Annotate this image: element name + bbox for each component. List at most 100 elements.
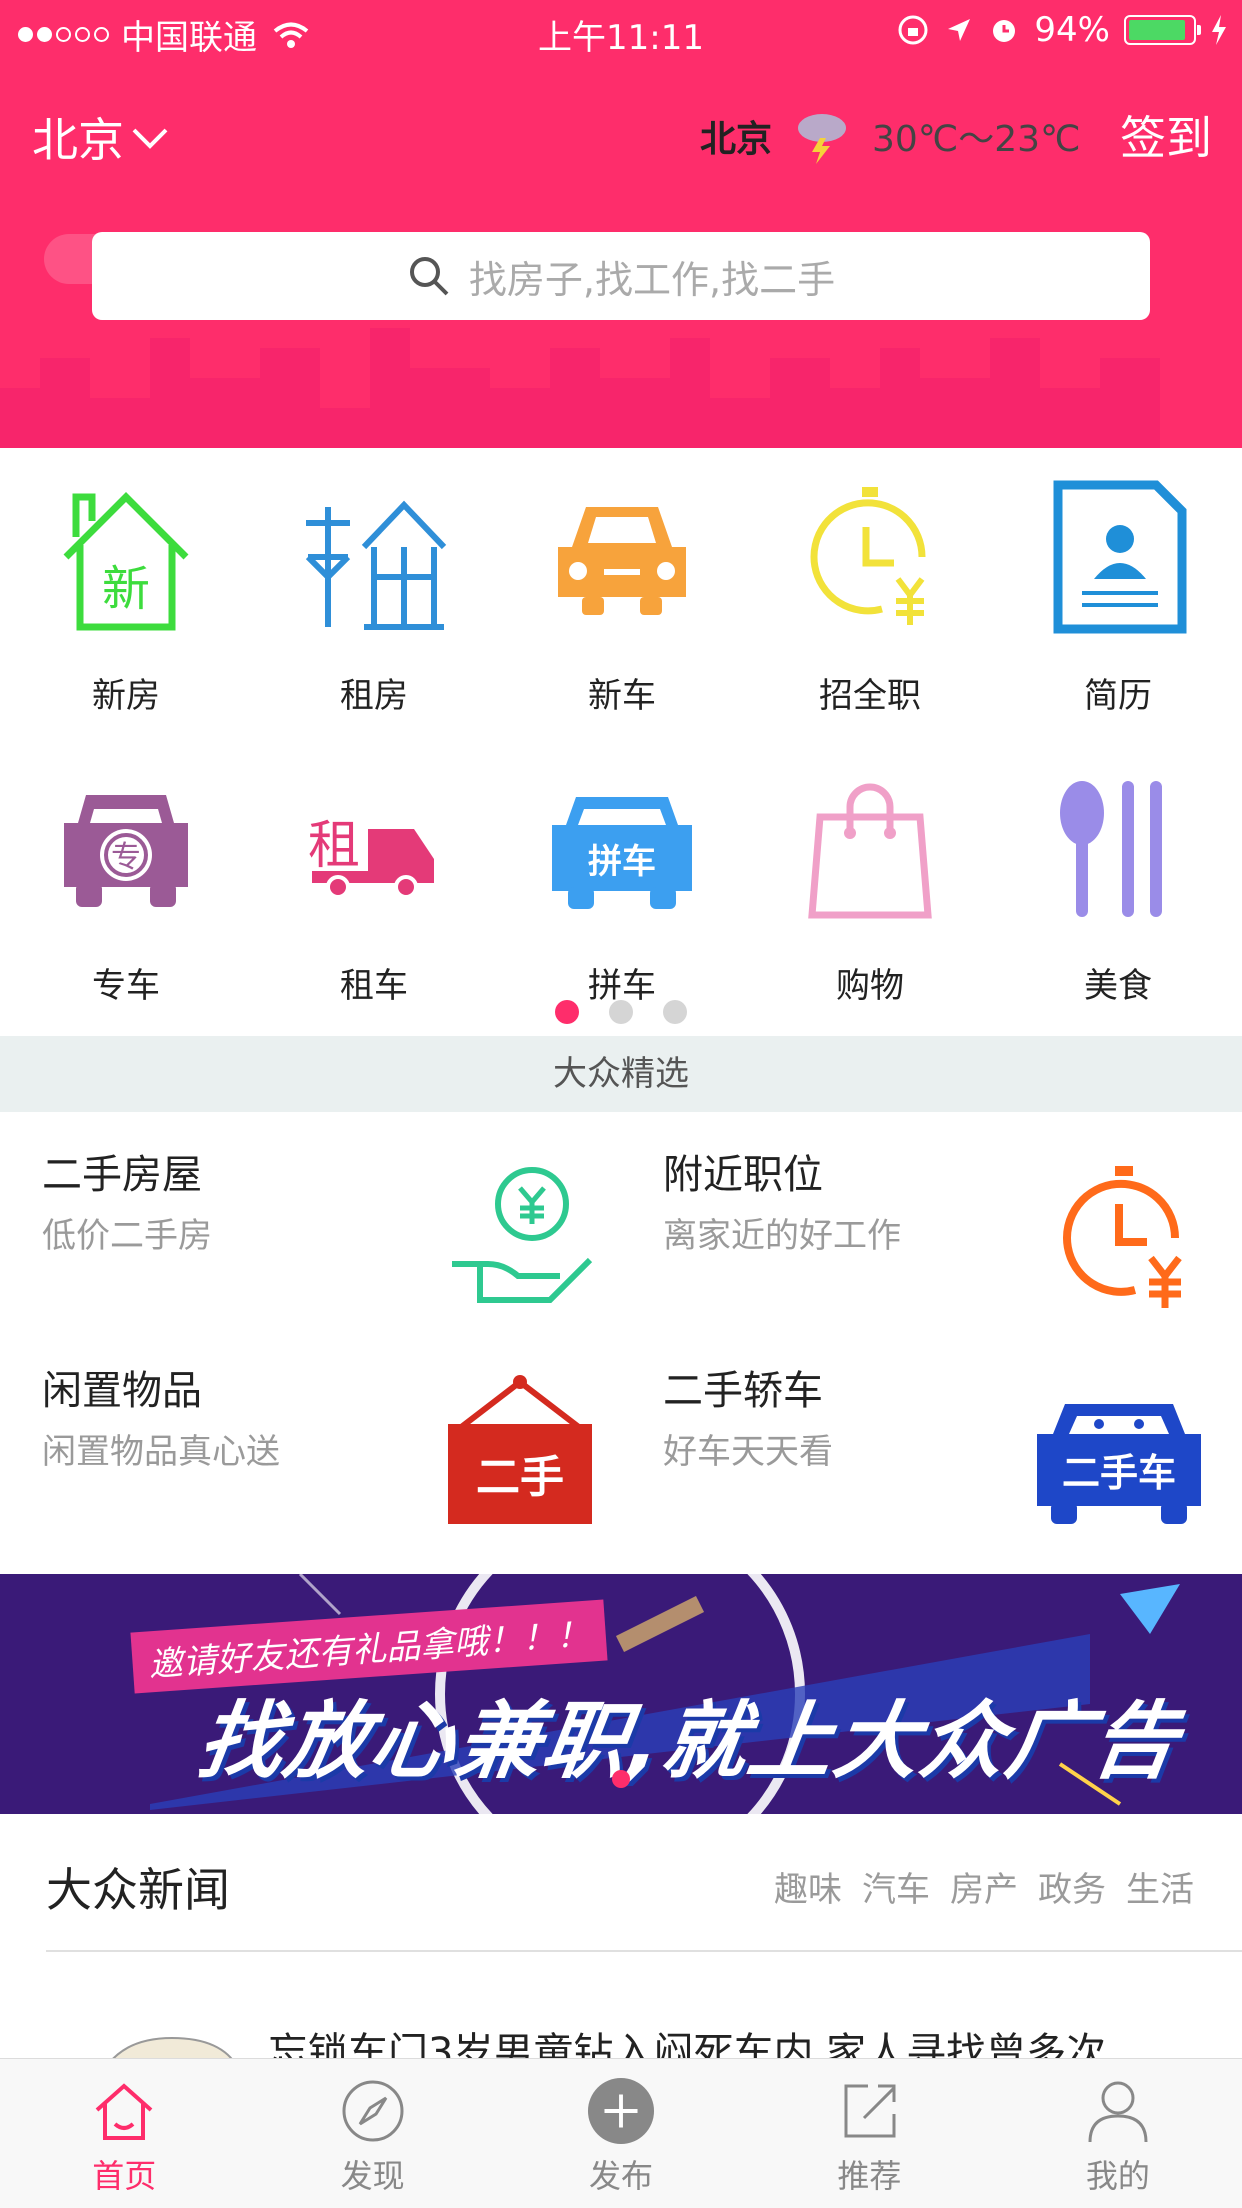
pick-secondhand-house[interactable]: 二手房屋 低价二手房 xyxy=(0,1112,621,1328)
pick-subtitle: 好车天天看 xyxy=(663,1432,833,1472)
resume-icon xyxy=(1033,472,1203,642)
divider xyxy=(46,1950,1242,1952)
share-icon xyxy=(835,2077,903,2145)
location-icon xyxy=(948,19,971,41)
special-badge: 专 xyxy=(111,840,141,875)
category-food[interactable]: 美食 xyxy=(994,744,1242,1014)
page-dot[interactable] xyxy=(609,1000,633,1024)
user-icon xyxy=(1084,2077,1152,2145)
category-rent-car[interactable]: 租 租车 xyxy=(250,744,498,1014)
featured-picks: 二手房屋 低价二手房 附近职位 离家近的好工作 闲置物品 闲置物品真心送 二手 … xyxy=(0,1112,1242,1572)
status-bar: 中国联通 上午11:11 94% xyxy=(0,0,1242,62)
charging-icon xyxy=(1212,15,1226,45)
compass-icon xyxy=(339,2077,407,2145)
news-tab-realestate[interactable]: 房产 xyxy=(950,1862,1018,1911)
category-label: 租房 xyxy=(340,676,408,716)
category-special-car[interactable]: 专 专车 xyxy=(2,744,250,1014)
promo-banner[interactable]: 邀请好友还有礼品拿哦！！！ 找放心兼职,就上大众广告 xyxy=(0,1574,1242,1814)
pick-title: 闲置物品 xyxy=(42,1368,202,1414)
clock-yen-icon xyxy=(1063,1166,1182,1308)
shopping-bag-icon xyxy=(785,762,955,932)
news-tab-fun[interactable]: 趣味 xyxy=(774,1862,842,1911)
tab-label: 首页 xyxy=(92,2157,157,2195)
category-grid: 新 新房 租房 新车 招全职 简历 专 专车 租 租车 拼车 拼车 购物 美食 xyxy=(0,454,1242,1036)
category-carpool[interactable]: 拼车 拼车 xyxy=(498,744,746,1014)
pick-subtitle: 闲置物品真心送 xyxy=(42,1432,280,1472)
rent-truck-icon: 租 xyxy=(289,762,459,932)
news-tab-life[interactable]: 生活 xyxy=(1126,1862,1194,1911)
hand-yen-icon xyxy=(452,1167,593,1303)
tab-mine[interactable]: 我的 xyxy=(994,2059,1242,2208)
search-bar[interactable]: 找房子,找工作,找二手 xyxy=(92,232,1150,320)
used-car-badge: 二手车 xyxy=(1062,1451,1176,1495)
section-title: 大众精选 xyxy=(0,1036,1242,1112)
rent-house-icon xyxy=(289,472,459,642)
page-dot[interactable] xyxy=(555,1000,579,1024)
carpool-badge: 拼车 xyxy=(588,842,656,882)
bottom-tab-bar: 首页 发现 发布 推荐 我的 xyxy=(0,2058,1242,2208)
rotation-lock-icon xyxy=(898,15,928,45)
new-car-icon xyxy=(537,472,707,642)
city-label: 北京 xyxy=(32,113,124,167)
banner-page-dot xyxy=(612,1770,630,1788)
category-label: 新车 xyxy=(588,676,656,716)
tab-discover[interactable]: 发现 xyxy=(248,2059,496,2208)
pick-subtitle: 离家近的好工作 xyxy=(663,1216,901,1256)
page-dot[interactable] xyxy=(663,1000,687,1024)
category-new-car[interactable]: 新车 xyxy=(498,454,746,724)
category-resume[interactable]: 简历 xyxy=(994,454,1242,724)
tab-label: 发现 xyxy=(340,2157,405,2195)
banner-slogan: 找放心兼职,就上大众广告 xyxy=(192,1692,1186,1790)
tab-home[interactable]: 首页 xyxy=(0,2059,248,2208)
clock-yen-icon xyxy=(785,472,955,642)
pick-idle-items[interactable]: 闲置物品 闲置物品真心送 二手 xyxy=(0,1328,621,1544)
news-section: 大众新闻 趣味 汽车 房产 政务 生活 忘锁车门3岁男童钻入闷死车内 家人寻找曾… xyxy=(0,1814,1242,2088)
page-indicator xyxy=(0,1000,1242,1024)
newhouse-badge: 新 xyxy=(102,561,150,617)
weather-city: 北京 xyxy=(700,119,773,160)
tab-label: 我的 xyxy=(1085,2157,1150,2195)
category-new-house[interactable]: 新 新房 xyxy=(2,454,250,724)
used-car-icon: 二手车 xyxy=(1037,1404,1201,1524)
category-full-time-job[interactable]: 招全职 xyxy=(746,454,994,724)
pick-title: 附近职位 xyxy=(663,1152,823,1198)
battery-percent: 94% xyxy=(1034,10,1110,50)
alarm-icon xyxy=(993,20,1016,42)
search-icon xyxy=(409,257,449,296)
battery-icon xyxy=(1124,15,1201,45)
secondhand-sign-icon: 二手 xyxy=(448,1375,592,1524)
cutlery-icon xyxy=(1033,762,1203,932)
news-title: 大众新闻 xyxy=(46,1863,230,1917)
tab-label: 推荐 xyxy=(837,2157,902,2195)
city-selector[interactable]: 北京 xyxy=(32,104,170,170)
tab-recommend[interactable]: 推荐 xyxy=(745,2059,993,2208)
news-tab-government[interactable]: 政务 xyxy=(1038,1862,1106,1911)
chevron-down-icon xyxy=(132,128,168,149)
new-house-icon: 新 xyxy=(41,472,211,642)
home-icon xyxy=(90,2077,158,2145)
skyline-decoration xyxy=(0,328,1160,448)
special-car-icon: 专 xyxy=(41,762,211,932)
news-tab-auto[interactable]: 汽车 xyxy=(862,1862,930,1911)
tab-publish[interactable]: 发布 xyxy=(497,2059,745,2208)
signin-button[interactable]: 签到 xyxy=(1120,102,1212,168)
category-rent-house[interactable]: 租房 xyxy=(250,454,498,724)
pick-nearby-jobs[interactable]: 附近职位 离家近的好工作 xyxy=(621,1112,1242,1328)
search-placeholder: 找房子,找工作,找二手 xyxy=(468,257,836,302)
category-shopping[interactable]: 购物 xyxy=(746,744,994,1014)
category-label: 新房 xyxy=(92,676,160,716)
pick-used-cars[interactable]: 二手轿车 好车天天看 二手车 xyxy=(621,1328,1242,1544)
category-label: 招全职 xyxy=(819,676,921,716)
news-tabs: 趣味 汽车 房产 政务 生活 xyxy=(774,1862,1194,1911)
secondhand-badge: 二手 xyxy=(476,1452,564,1503)
rent-badge: 租 xyxy=(308,816,360,876)
tab-label: 发布 xyxy=(589,2157,654,2195)
weather-temp: 30℃～23℃ xyxy=(872,119,1081,160)
thunderstorm-icon xyxy=(798,114,847,164)
plus-circle-icon xyxy=(587,2077,655,2145)
carpool-icon: 拼车 xyxy=(537,762,707,932)
pick-subtitle: 低价二手房 xyxy=(42,1216,212,1256)
category-label: 简历 xyxy=(1084,676,1152,716)
header: 中国联通 上午11:11 94% 北京 北京 30℃～23℃ 签到 找房子,找工… xyxy=(0,0,1242,448)
weather-widget[interactable]: 北京 30℃～23℃ xyxy=(700,108,1081,164)
